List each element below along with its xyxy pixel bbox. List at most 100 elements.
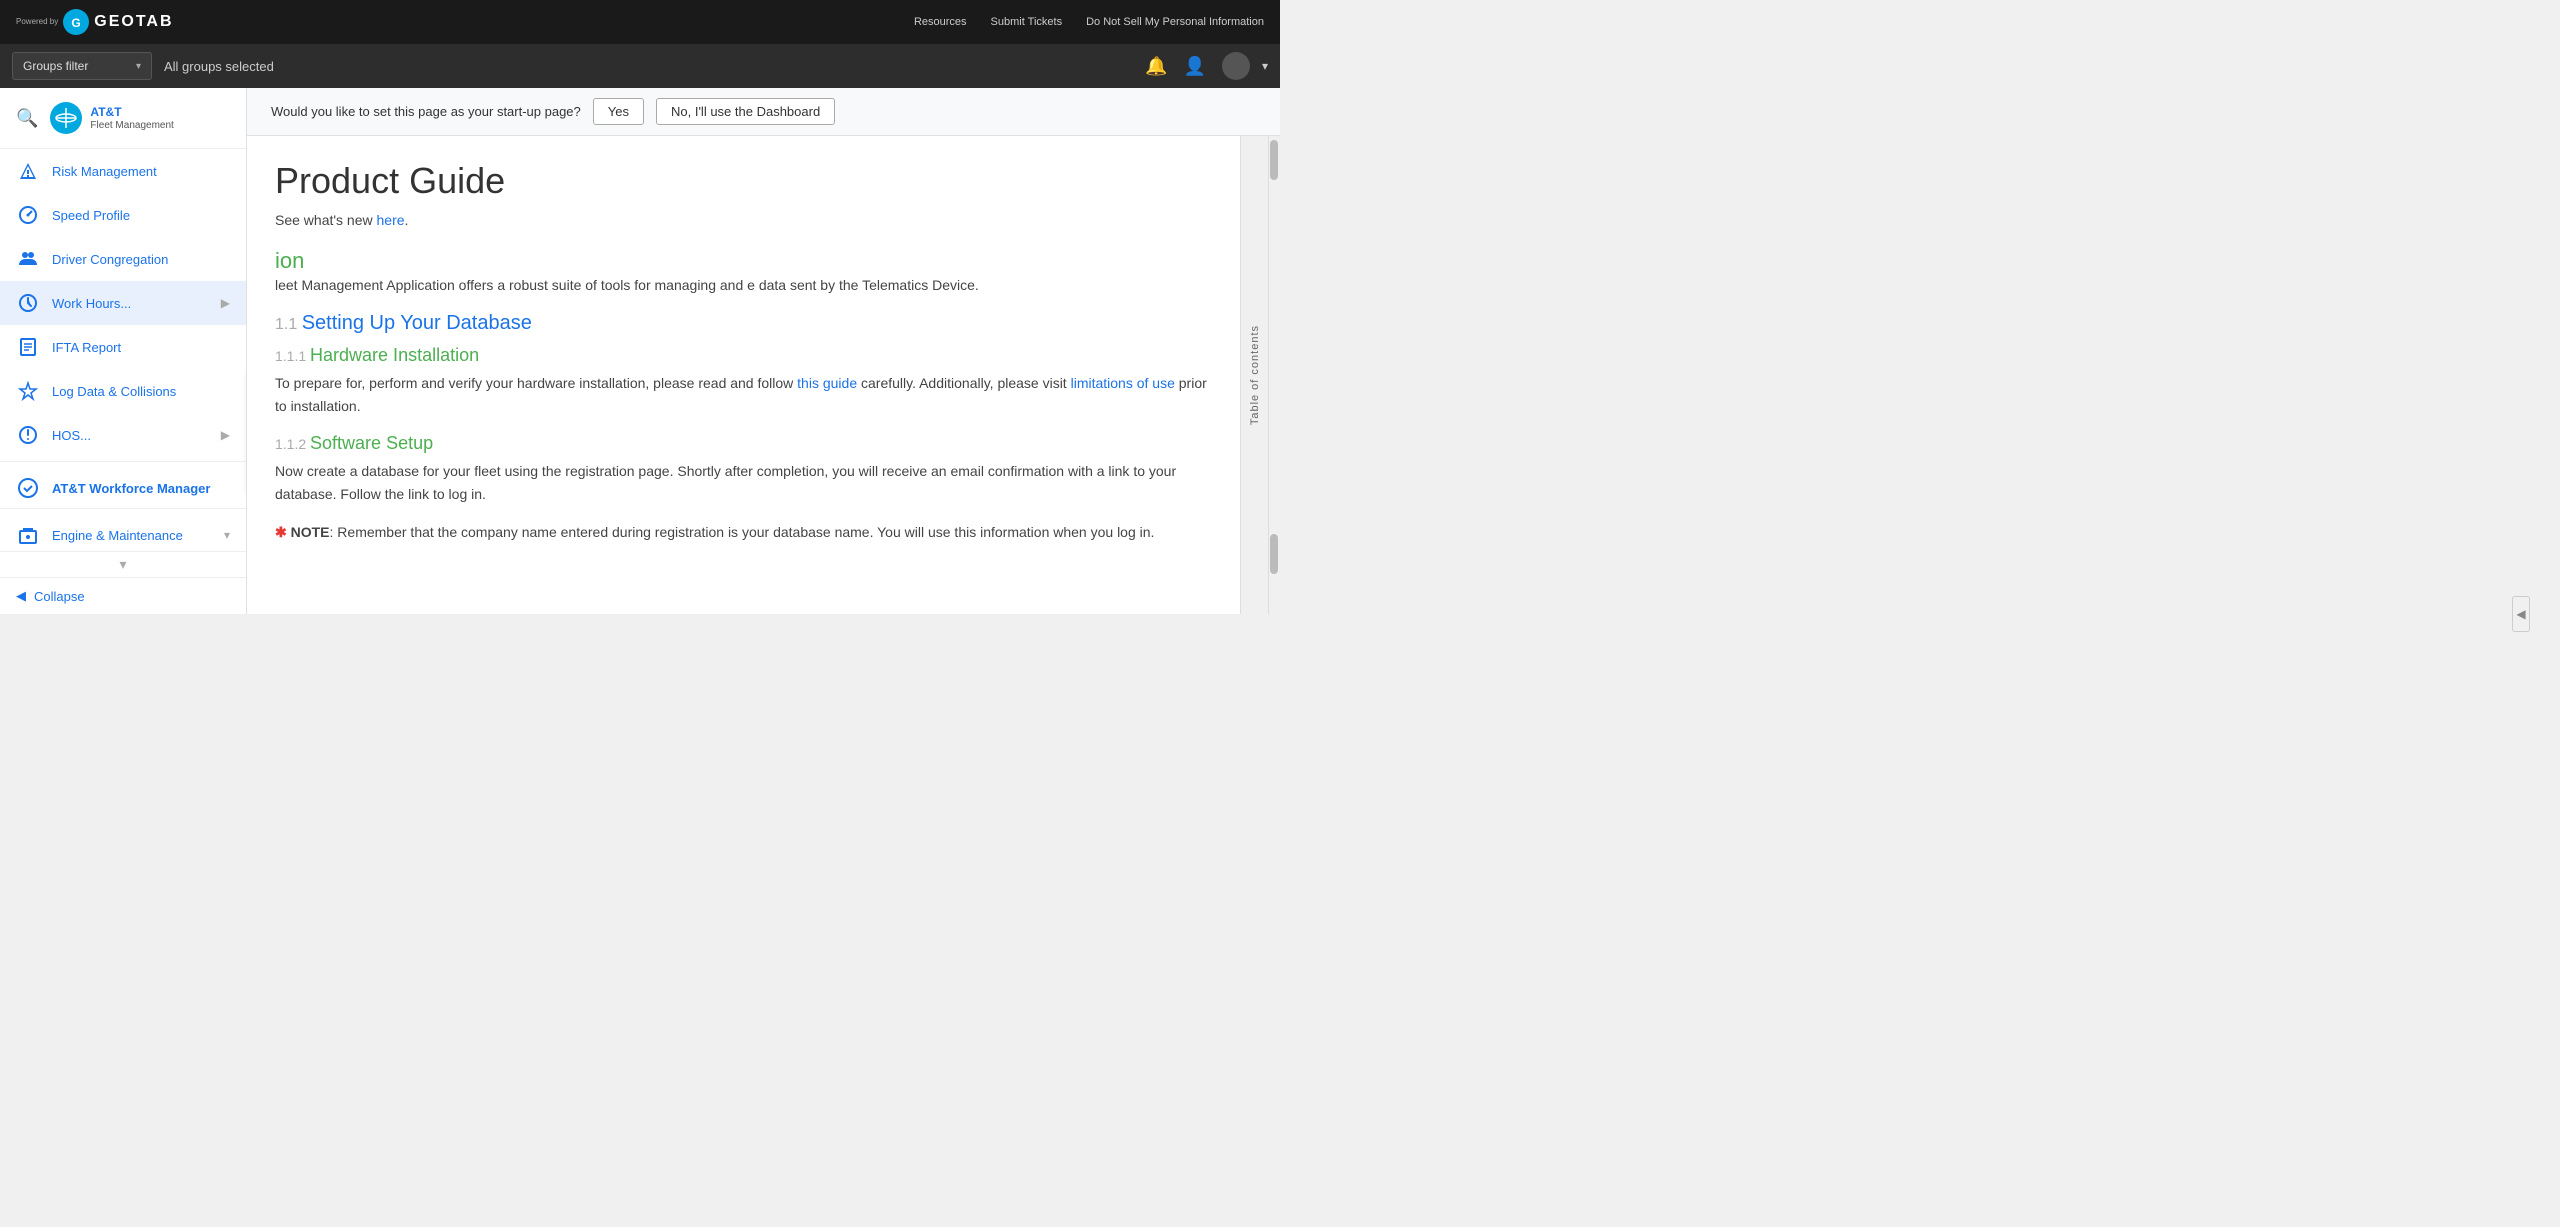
sidebar-item-work-hours[interactable]: Work Hours... ▶ xyxy=(0,281,246,325)
groups-filter-button[interactable]: Groups filter ▾ xyxy=(12,52,152,80)
product-guide-title: Product Guide xyxy=(275,160,1212,202)
hos-label: HOS... xyxy=(52,428,209,443)
nav-divider-1 xyxy=(0,461,246,462)
startup-banner: Would you like to set this page as your … xyxy=(247,88,1280,136)
h3-software-text: Software Setup xyxy=(310,433,433,453)
svg-text:G: G xyxy=(72,16,81,30)
sidebar-item-workforce-manager[interactable]: AT&T Workforce Manager xyxy=(0,466,246,504)
engine-maintenance-arrow: ▾ xyxy=(224,528,230,542)
resources-link[interactable]: Resources xyxy=(914,16,967,28)
content-area: Product Guide See what's new here. ion l… xyxy=(247,136,1240,614)
user-dropdown-arrow: ▾ xyxy=(1262,59,1268,73)
sidebar-item-hos[interactable]: HOS... ▶ xyxy=(0,413,246,457)
sidebar-item-log-data[interactable]: Log Data & Collisions xyxy=(0,369,246,413)
topbar-right: Resources Submit Tickets Do Not Sell My … xyxy=(914,16,1264,28)
h3-prefix-2: 1.1.2 xyxy=(275,436,310,452)
sub-topbar: Groups filter ▾ All groups selected 🔔 👤 … xyxy=(0,44,1280,88)
toc-label: Table of contents xyxy=(1249,325,1261,425)
user-profile[interactable]: ▾ xyxy=(1222,52,1268,80)
sidebar-item-driver-congregation[interactable]: Driver Congregation xyxy=(0,237,246,281)
engine-maintenance-icon xyxy=(16,523,40,547)
log-data-label: Log Data & Collisions xyxy=(52,384,230,399)
topbar: Powered by G GEOTAB Resources Submit Tic… xyxy=(0,0,1280,44)
risk-management-label: Risk Management xyxy=(52,164,230,179)
workforce-manager-icon xyxy=(16,476,40,500)
work-hours-icon xyxy=(16,291,40,315)
work-hours-arrow: ▶ xyxy=(221,296,230,310)
all-groups-text: All groups selected xyxy=(164,59,1133,74)
intro-heading: ion xyxy=(275,248,1212,274)
main-layout: 🔍 AT&T Fleet Management xyxy=(0,88,1280,614)
this-guide-link[interactable]: this guide xyxy=(797,375,857,391)
user-avatar xyxy=(1222,52,1250,80)
limitations-link[interactable]: limitations of use xyxy=(1071,375,1175,391)
speed-profile-icon xyxy=(16,203,40,227)
sidebar-item-ifta-report[interactable]: IFTA Report xyxy=(0,325,246,369)
ifta-report-icon xyxy=(16,335,40,359)
log-data-icon xyxy=(16,379,40,403)
hardware-para: To prepare for, perform and verify your … xyxy=(275,372,1212,417)
startup-yes-button[interactable]: Yes xyxy=(593,98,644,125)
scroll-thumb-bottom xyxy=(1270,534,1278,574)
engine-maintenance-label: Engine & Maintenance xyxy=(52,528,212,543)
att-brand-subtitle: Fleet Management xyxy=(90,120,173,131)
hos-arrow: ▶ xyxy=(221,428,230,442)
hos-icon xyxy=(16,423,40,447)
sidebar-header: 🔍 AT&T Fleet Management xyxy=(0,88,246,149)
groups-filter-label: Groups filter xyxy=(23,59,88,73)
geotab-icon: G xyxy=(62,8,90,36)
user-icon[interactable]: 👤 xyxy=(1184,56,1206,77)
startup-question: Would you like to set this page as your … xyxy=(271,104,581,119)
h3-hardware: 1.1.1 Hardware Installation xyxy=(275,345,1212,366)
bell-icon[interactable]: 🔔 xyxy=(1145,56,1167,77)
geotab-name: GEOTAB xyxy=(94,13,173,31)
h3-software: 1.1.2 Software Setup xyxy=(275,433,1212,454)
risk-management-icon xyxy=(16,159,40,183)
do-not-sell-link[interactable]: Do Not Sell My Personal Information xyxy=(1086,16,1264,28)
speed-profile-label: Speed Profile xyxy=(52,208,230,223)
geotab-logo: Powered by G GEOTAB xyxy=(16,8,174,36)
startup-dashboard-button[interactable]: No, I'll use the Dashboard xyxy=(656,98,835,125)
sidebar-nav: Risk Management Speed Profile Driver Con… xyxy=(0,149,246,551)
h2-prefix-1: 1.1 xyxy=(275,316,302,333)
work-hours-label: Work Hours... xyxy=(52,296,209,311)
intro-body: leet Management Application offers a rob… xyxy=(275,274,1212,296)
scroll-thumb xyxy=(1270,140,1278,180)
software-para: Now create a database for your fleet usi… xyxy=(275,460,1212,505)
ifta-report-label: IFTA Report xyxy=(52,340,230,355)
note-asterisk: ✱ xyxy=(275,524,287,540)
collapse-button[interactable]: ◀ Collapse xyxy=(0,577,246,614)
main-content: Would you like to set this page as your … xyxy=(247,88,1280,614)
collapse-icon: ◀ xyxy=(16,588,26,604)
note-text: ✱ NOTE: Remember that the company name e… xyxy=(275,521,1212,543)
att-logo: AT&T Fleet Management xyxy=(50,102,173,134)
driver-congregation-icon xyxy=(16,247,40,271)
toc-sidebar[interactable]: Table of contents xyxy=(1240,136,1268,614)
sidebar-item-engine-maintenance[interactable]: Engine & Maintenance ▾ xyxy=(0,513,246,551)
collapse-label: Collapse xyxy=(34,589,85,604)
content-collapse-arrow[interactable]: ◀ xyxy=(2512,596,2530,632)
sidebar-item-risk-management[interactable]: Risk Management xyxy=(0,149,246,193)
att-brand-title: AT&T xyxy=(90,105,173,119)
sidebar-item-speed-profile[interactable]: Speed Profile xyxy=(0,193,246,237)
powered-by-text: Powered by xyxy=(16,17,58,27)
scrollbar[interactable] xyxy=(1268,136,1280,614)
sidebar: 🔍 AT&T Fleet Management xyxy=(0,88,247,614)
h2-setting-up-text: Setting Up Your Database xyxy=(302,312,532,334)
see-whats-new-link[interactable]: here xyxy=(377,212,405,228)
h3-hardware-text: Hardware Installation xyxy=(310,345,479,365)
note-label: NOTE xyxy=(287,524,330,540)
sidebar-scroll-down[interactable]: ▾ xyxy=(119,556,126,573)
att-logo-circle xyxy=(50,102,82,134)
h3-prefix-1: 1.1.1 xyxy=(275,348,310,364)
driver-congregation-label: Driver Congregation xyxy=(52,252,230,267)
nav-divider-2 xyxy=(0,508,246,509)
groups-filter-chevron: ▾ xyxy=(136,61,141,72)
search-icon[interactable]: 🔍 xyxy=(16,108,38,129)
h2-setting-up: 1.1 Setting Up Your Database xyxy=(275,312,1212,335)
sub-topbar-right: 🔔 👤 ▾ xyxy=(1145,52,1268,80)
submit-tickets-link[interactable]: Submit Tickets xyxy=(991,16,1063,28)
see-whats-new: See what's new here. xyxy=(275,212,1212,228)
workforce-manager-label: AT&T Workforce Manager xyxy=(52,481,210,496)
att-text: AT&T Fleet Management xyxy=(90,105,173,130)
